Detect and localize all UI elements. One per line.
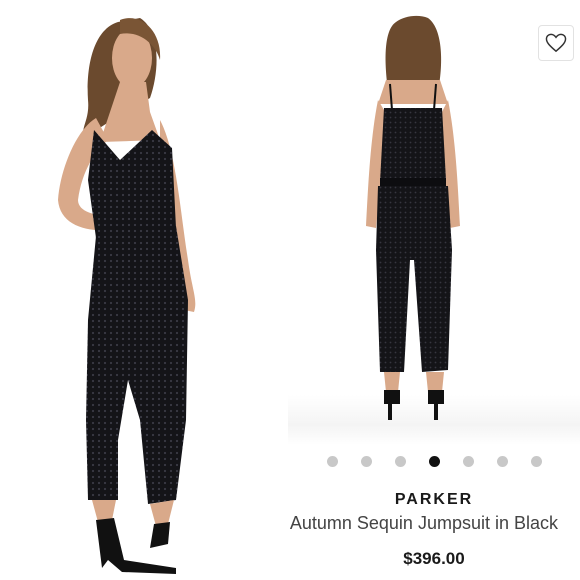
product-card: PARKER Autumn Sequin Jumpsuit in Black $…	[288, 0, 580, 580]
bodice-shape	[380, 108, 446, 182]
carousel-dot-active[interactable]	[428, 456, 440, 467]
product-photo-side-view	[0, 0, 290, 580]
carousel-dot[interactable]	[496, 456, 508, 467]
carousel-dot[interactable]	[360, 456, 372, 467]
product-price: $396.00	[403, 549, 465, 568]
trousers-shape	[376, 186, 452, 372]
carousel-dot[interactable]	[530, 456, 542, 467]
carousel-indicator	[288, 456, 580, 467]
product-title[interactable]: Autumn Sequin Jumpsuit in Black	[290, 513, 558, 534]
model-back-illustration	[366, 15, 460, 420]
trousers-shape	[86, 226, 188, 504]
bodice-shape	[88, 130, 176, 238]
carousel-dot[interactable]	[394, 456, 406, 467]
heart-outline-icon	[545, 33, 567, 53]
shoe-shape	[384, 390, 400, 420]
carousel-dot[interactable]	[462, 456, 474, 467]
favorite-button[interactable]	[538, 25, 574, 61]
model-side-illustration	[58, 18, 196, 574]
brand-name: PARKER	[394, 491, 474, 508]
carousel-dot[interactable]	[326, 456, 338, 467]
